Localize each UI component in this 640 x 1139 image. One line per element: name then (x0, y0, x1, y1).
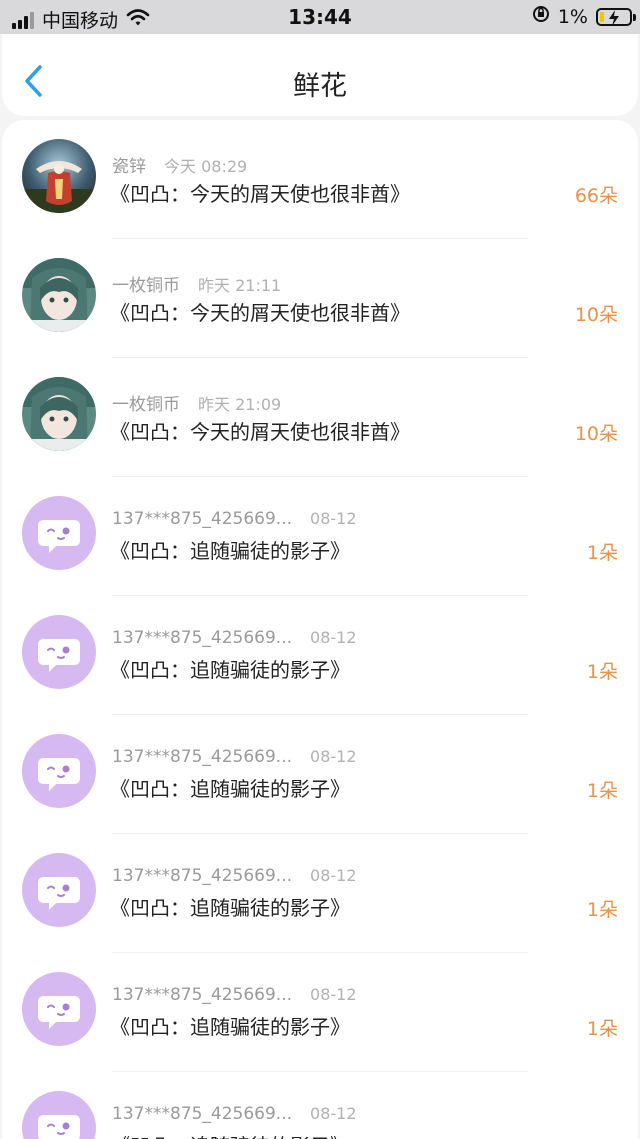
flower-count: 10朵 (574, 423, 618, 445)
default-avatar-icon (38, 520, 80, 553)
item-meta: 137***875_425669... 08-12 (112, 628, 357, 648)
flower-count: 1朵 (586, 780, 618, 802)
work-title: 《凹凸：追随骗徒的影子》 (110, 1015, 350, 1039)
timestamp: 08-12 (310, 985, 357, 1004)
avatar (22, 972, 96, 1046)
work-title: 《凹凸：今天的屑天使也很非酋》 (110, 420, 410, 444)
photo-avatar-2 (22, 377, 96, 451)
default-avatar-icon (38, 758, 80, 791)
timestamp: 08-12 (310, 866, 357, 885)
avatar (22, 258, 96, 332)
avatar (22, 496, 96, 570)
timestamp: 昨天 21:09 (198, 395, 282, 414)
work-title: 《凹凸：追随骗徒的影子》 (110, 777, 350, 801)
nav-bar: 鲜花 (2, 34, 638, 116)
flower-count: 1朵 (586, 899, 618, 921)
orientation-lock-icon (532, 5, 550, 28)
work-title: 《凹凸：追随骗徒的影子》 (110, 896, 350, 920)
photo-avatar-1 (22, 139, 96, 213)
list-item[interactable]: 瓷锌 今天 08:29 《凹凸：今天的屑天使也很非酋》 66朵 (2, 120, 638, 239)
list-item[interactable]: 一枚铜币 昨天 21:09 《凹凸：今天的屑天使也很非酋》 10朵 (2, 358, 638, 477)
item-meta: 瓷锌 今天 08:29 (112, 152, 247, 177)
avatar (22, 1091, 96, 1139)
item-meta: 137***875_425669... 08-12 (112, 1104, 357, 1124)
work-title: 《凹凸：追随骗徒的影子》 (110, 539, 350, 563)
default-avatar-icon (38, 1115, 80, 1139)
username: 137***875_425669... (112, 509, 293, 529)
status-bar: 中国移动 13:44 1% (0, 0, 640, 34)
flower-count: 10朵 (574, 304, 618, 326)
item-meta: 137***875_425669... 08-12 (112, 747, 357, 767)
timestamp: 今天 08:29 (164, 157, 248, 176)
avatar (22, 853, 96, 927)
avatar (22, 377, 96, 451)
timestamp: 08-12 (310, 628, 357, 647)
item-meta: 137***875_425669... 08-12 (112, 866, 357, 886)
list-item[interactable]: 137***875_425669... 08-12 《凹凸：追随骗徒的影子》 1朵 (2, 715, 638, 834)
flower-count: 1朵 (586, 542, 618, 564)
list-item[interactable]: 137***875_425669... 08-12 《凹凸：追随骗徒的影子》 1朵 (2, 596, 638, 715)
username: 一枚铜币 (112, 395, 180, 415)
list-item[interactable]: 137***875_425669... 08-12 《凹凸：追随骗徒的影子》 (2, 1072, 638, 1139)
timestamp: 08-12 (310, 747, 357, 766)
flower-count: 1朵 (586, 661, 618, 683)
username: 一枚铜币 (112, 276, 180, 296)
username: 137***875_425669... (112, 985, 293, 1005)
flower-count: 66朵 (574, 185, 618, 207)
battery-icon (596, 7, 636, 26)
item-meta: 一枚铜币 昨天 21:11 (112, 271, 281, 296)
photo-avatar-2 (22, 258, 96, 332)
timestamp: 08-12 (310, 509, 357, 528)
default-avatar-icon (38, 877, 80, 910)
username: 瓷锌 (112, 157, 146, 177)
avatar (22, 615, 96, 689)
timestamp: 昨天 21:11 (198, 276, 282, 295)
flower-list: 瓷锌 今天 08:29 《凹凸：今天的屑天使也很非酋》 66朵 一枚铜币 昨天 21… (2, 120, 638, 1139)
list-item[interactable]: 137***875_425669... 08-12 《凹凸：追随骗徒的影子》 1朵 (2, 953, 638, 1072)
username: 137***875_425669... (112, 1104, 293, 1124)
avatar (22, 139, 96, 213)
list-item[interactable]: 137***875_425669... 08-12 《凹凸：追随骗徒的影子》 1朵 (2, 477, 638, 596)
item-meta: 137***875_425669... 08-12 (112, 985, 357, 1005)
page-title: 鲜花 (293, 71, 347, 102)
timestamp: 08-12 (310, 1104, 357, 1123)
flower-count: 1朵 (586, 1018, 618, 1040)
work-title: 《凹凸：追随骗徒的影子》 (110, 658, 350, 682)
battery-percent: 1% (557, 5, 588, 28)
status-right: 1% (532, 5, 636, 28)
default-avatar-icon (38, 639, 80, 672)
item-meta: 137***875_425669... 08-12 (112, 509, 357, 529)
work-title: 《凹凸：追随骗徒的影子》 (110, 1130, 350, 1139)
avatar (22, 734, 96, 808)
username: 137***875_425669... (112, 628, 293, 648)
list-item[interactable]: 一枚铜币 昨天 21:11 《凹凸：今天的屑天使也很非酋》 10朵 (2, 239, 638, 358)
item-meta: 一枚铜币 昨天 21:09 (112, 390, 281, 415)
username: 137***875_425669... (112, 747, 293, 767)
default-avatar-icon (38, 996, 80, 1029)
list-item[interactable]: 137***875_425669... 08-12 《凹凸：追随骗徒的影子》 1朵 (2, 834, 638, 953)
username: 137***875_425669... (112, 866, 293, 886)
work-title: 《凹凸：今天的屑天使也很非酋》 (110, 301, 410, 325)
work-title: 《凹凸：今天的屑天使也很非酋》 (110, 182, 410, 206)
